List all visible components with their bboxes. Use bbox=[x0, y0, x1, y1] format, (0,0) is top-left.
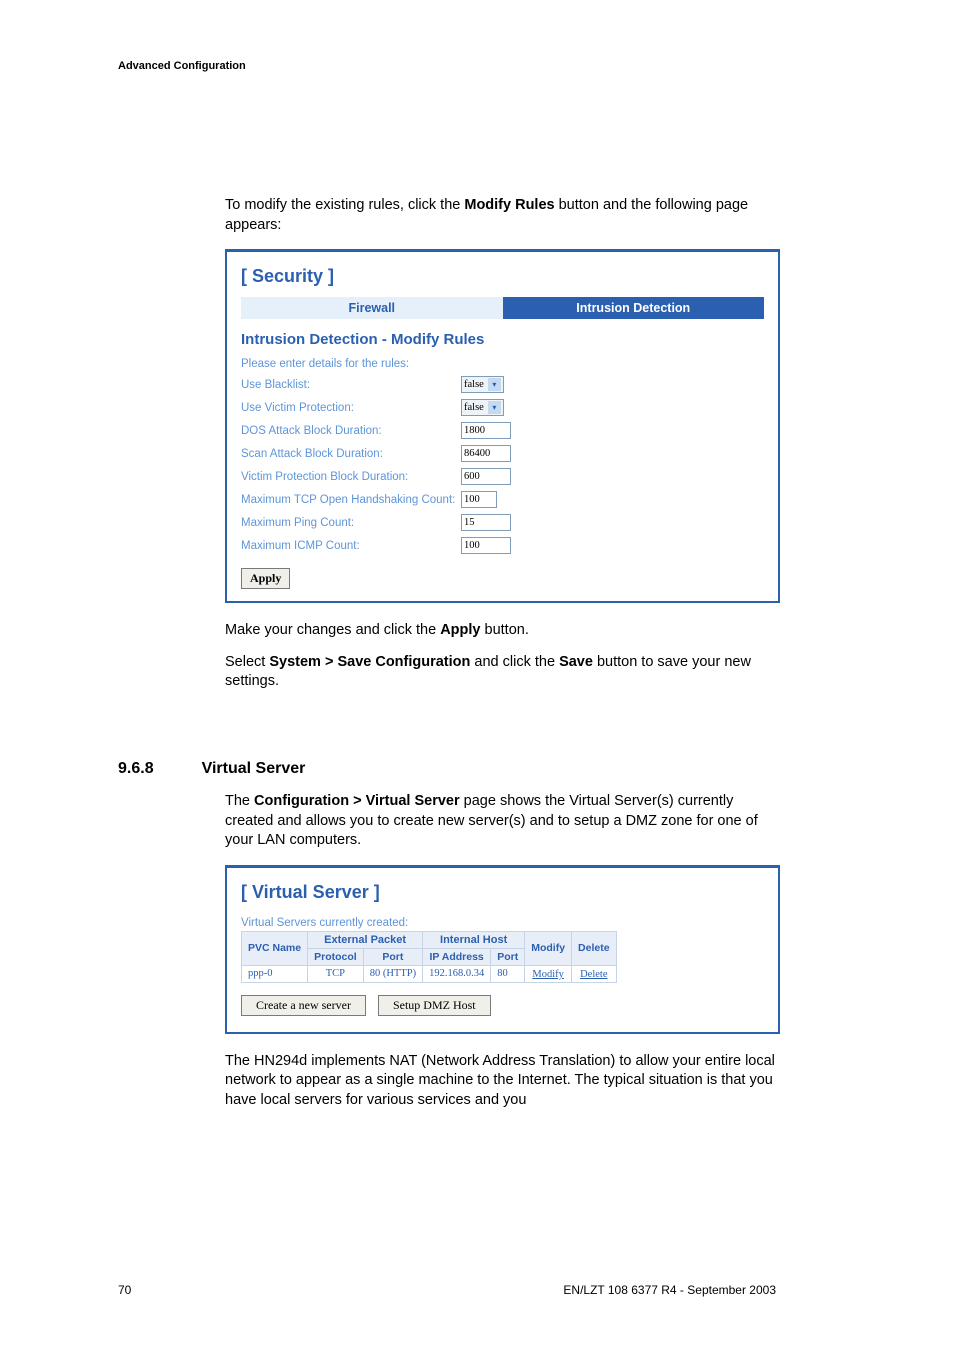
post2-c: and click the bbox=[470, 654, 559, 670]
label-max-icmp: Maximum ICMP Count: bbox=[241, 540, 461, 552]
label-max-tcp-handshake: Maximum TCP Open Handshaking Count: bbox=[241, 494, 461, 506]
create-server-button[interactable]: Create a new server bbox=[241, 995, 366, 1016]
cell-port2: 80 bbox=[491, 965, 525, 982]
security-screenshot: [ Security ] Firewall Intrusion Detectio… bbox=[225, 249, 780, 603]
post2-d: Save bbox=[559, 654, 593, 670]
label-dos-block-duration: DOS Attack Block Duration: bbox=[241, 425, 461, 437]
col-ip: IP Address bbox=[423, 948, 491, 965]
input-max-icmp[interactable] bbox=[461, 537, 511, 554]
post1-c: button. bbox=[480, 622, 528, 638]
input-max-tcp-handshake[interactable] bbox=[461, 491, 497, 508]
col-modify: Modify bbox=[525, 931, 572, 965]
chevron-down-icon: ▾ bbox=[488, 378, 501, 391]
group-external-packet: External Packet bbox=[308, 931, 423, 948]
col-protocol: Protocol bbox=[308, 948, 364, 965]
delete-link[interactable]: Delete bbox=[580, 969, 607, 980]
label-scan-block-duration: Scan Attack Block Duration: bbox=[241, 448, 461, 460]
label-use-blacklist: Use Blacklist: bbox=[241, 379, 461, 391]
post2-a: Select bbox=[225, 654, 269, 670]
post-sec-p1: Make your changes and click the Apply bu… bbox=[225, 621, 780, 641]
group-internal-host: Internal Host bbox=[423, 931, 525, 948]
vs-intro-b: Configuration > Virtual Server bbox=[254, 793, 460, 809]
col-port: Port bbox=[363, 948, 422, 965]
intro-text-a: To modify the existing rules, click the bbox=[225, 197, 464, 213]
col-pvc: PVC Name bbox=[242, 931, 308, 965]
cell-ip: 192.168.0.34 bbox=[423, 965, 491, 982]
tab-intrusion-detection[interactable]: Intrusion Detection bbox=[503, 297, 765, 319]
post-sec-p2: Select System > Save Configuration and c… bbox=[225, 653, 780, 692]
post1-b: Apply bbox=[440, 622, 480, 638]
input-scan-block-duration[interactable] bbox=[461, 445, 511, 462]
cell-port: 80 (HTTP) bbox=[363, 965, 422, 982]
cell-proto: TCP bbox=[308, 965, 364, 982]
tab-firewall[interactable]: Firewall bbox=[241, 297, 503, 319]
setup-dmz-button[interactable]: Setup DMZ Host bbox=[378, 995, 491, 1016]
virtual-server-screenshot: [ Virtual Server ] Virtual Servers curre… bbox=[225, 865, 780, 1034]
form-prompt: Please enter details for the rules: bbox=[241, 358, 461, 370]
vs-title: [ Virtual Server ] bbox=[241, 882, 764, 903]
vs-intro-a: The bbox=[225, 793, 254, 809]
vs-caption: Virtual Servers currently created: bbox=[241, 917, 764, 929]
security-title: [ Security ] bbox=[241, 266, 764, 287]
input-max-ping[interactable] bbox=[461, 514, 511, 531]
input-dos-block-duration[interactable] bbox=[461, 422, 511, 439]
doc-id: EN/LZT 108 6377 R4 - September 2003 bbox=[563, 1283, 776, 1297]
label-victim-block-duration: Victim Protection Block Duration: bbox=[241, 471, 461, 483]
select-use-victim-protection[interactable]: false ▾ bbox=[461, 399, 504, 416]
tab-row: Firewall Intrusion Detection bbox=[241, 297, 764, 319]
page-number: 70 bbox=[118, 1283, 131, 1297]
ids-modify-rules-heading: Intrusion Detection - Modify Rules bbox=[241, 331, 764, 348]
label-use-victim-protection: Use Victim Protection: bbox=[241, 402, 461, 414]
vs-intro: The Configuration > Virtual Server page … bbox=[225, 792, 780, 851]
vs-outro: The HN294d implements NAT (Network Addre… bbox=[225, 1052, 780, 1111]
table-row: ppp-0 TCP 80 (HTTP) 192.168.0.34 80 Modi… bbox=[242, 965, 617, 982]
intro-modify-rules: Modify Rules bbox=[464, 197, 554, 213]
select-use-blacklist-value: false bbox=[464, 379, 484, 390]
chevron-down-icon: ▾ bbox=[488, 401, 501, 414]
section-title: Virtual Server bbox=[202, 760, 306, 778]
post1-a: Make your changes and click the bbox=[225, 622, 440, 638]
apply-button[interactable]: Apply bbox=[241, 568, 290, 589]
modify-link[interactable]: Modify bbox=[532, 969, 564, 980]
col-port2: Port bbox=[491, 948, 525, 965]
section-number: 9.6.8 bbox=[118, 760, 154, 778]
post2-b: System > Save Configuration bbox=[269, 654, 470, 670]
cell-pvc: ppp-0 bbox=[242, 965, 308, 982]
running-header: Advanced Configuration bbox=[118, 60, 246, 72]
label-max-ping: Maximum Ping Count: bbox=[241, 517, 461, 529]
col-delete: Delete bbox=[572, 931, 617, 965]
select-use-blacklist[interactable]: false ▾ bbox=[461, 376, 504, 393]
select-use-victim-protection-value: false bbox=[464, 402, 484, 413]
intro-paragraph: To modify the existing rules, click the … bbox=[225, 196, 780, 235]
vs-table: PVC Name External Packet Internal Host M… bbox=[241, 931, 617, 983]
input-victim-block-duration[interactable] bbox=[461, 468, 511, 485]
